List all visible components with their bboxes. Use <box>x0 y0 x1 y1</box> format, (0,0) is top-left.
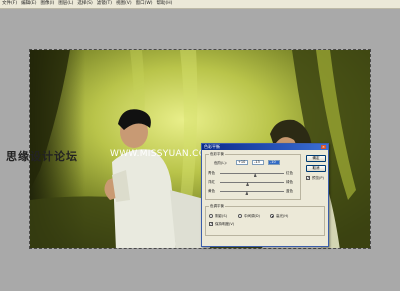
radio-midtones[interactable] <box>238 214 242 218</box>
preserve-luminosity-checkbox[interactable]: ✓ <box>209 222 213 226</box>
close-icon[interactable]: × <box>321 145 326 149</box>
color-balance-dialog: 色彩平衡 × 色彩平衡 色阶(L): +10 -13 -10 青色 红色 洋红 … <box>201 143 329 247</box>
level-field-magenta-green[interactable]: -13 <box>252 160 264 165</box>
color-balance-group-label: 色彩平衡 <box>209 152 225 157</box>
watermark-chinese: 思缘设计论坛 <box>6 150 78 163</box>
menu-file[interactable]: 文件(F) <box>2 0 17 8</box>
dialog-title: 色彩平衡 <box>204 144 220 149</box>
menu-view[interactable]: 视图(V) <box>116 0 132 8</box>
radio-midtones-label: 中间调(D) <box>244 214 260 218</box>
levels-label: 色阶(L): <box>214 161 227 165</box>
color-balance-group: 色彩平衡 色阶(L): +10 -13 -10 青色 红色 洋红 绿色 黄色 蓝… <box>205 152 301 200</box>
slider-magenta-green-track[interactable] <box>220 182 284 183</box>
tone-balance-group-label: 色调平衡 <box>209 204 225 209</box>
radio-shadows[interactable] <box>209 214 213 218</box>
menu-image[interactable]: 图像(I) <box>40 0 54 8</box>
preserve-luminosity-label: 保持明度(V) <box>215 222 235 226</box>
radio-highlights[interactable] <box>270 214 274 218</box>
slider-red-label: 红色 <box>286 171 293 175</box>
menu-filter[interactable]: 滤镜(T) <box>97 0 112 8</box>
preview-checkbox[interactable]: ✓ <box>306 176 310 180</box>
level-field-yellow-blue[interactable]: -10 <box>268 160 280 165</box>
canvas-workspace: 思缘设计论坛 WWW.MISSYUAN.COM 色彩平衡 × 色彩平衡 色阶(L… <box>0 9 400 291</box>
slider-yellow-blue-track[interactable] <box>220 191 284 192</box>
ok-button[interactable]: 确定 <box>306 155 326 162</box>
menu-window[interactable]: 窗口(W) <box>136 0 153 8</box>
level-field-cyan-red[interactable]: +10 <box>236 160 248 165</box>
slider-yellow-label: 黄色 <box>208 189 215 193</box>
tone-balance-group: 色调平衡 阴影(S) 中间调(D) 高光(H) ✓ 保持明度(V) <box>205 204 325 236</box>
menu-select[interactable]: 选择(S) <box>77 0 92 8</box>
slider-cyan-red-track[interactable] <box>220 173 284 174</box>
menu-bar: 文件(F) 编辑(E) 图像(I) 图层(L) 选择(S) 滤镜(T) 视图(V… <box>0 0 400 9</box>
cancel-button[interactable]: 取消 <box>306 165 326 172</box>
slider-green-label: 绿色 <box>286 180 293 184</box>
watermark-url: WWW.MISSYUAN.COM <box>110 149 215 159</box>
slider-cyan-label: 青色 <box>208 171 215 175</box>
menu-help[interactable]: 帮助(H) <box>157 0 173 8</box>
menu-layer[interactable]: 图层(L) <box>58 0 73 8</box>
radio-highlights-label: 高光(H) <box>276 214 289 218</box>
slider-blue-label: 蓝色 <box>286 189 293 193</box>
preview-label: 预览(P) <box>312 176 324 180</box>
radio-shadows-label: 阴影(S) <box>215 214 227 218</box>
slider-magenta-label: 洋红 <box>208 180 215 184</box>
menu-edit[interactable]: 编辑(E) <box>21 0 36 8</box>
dialog-titlebar[interactable]: 色彩平衡 × <box>202 144 328 150</box>
